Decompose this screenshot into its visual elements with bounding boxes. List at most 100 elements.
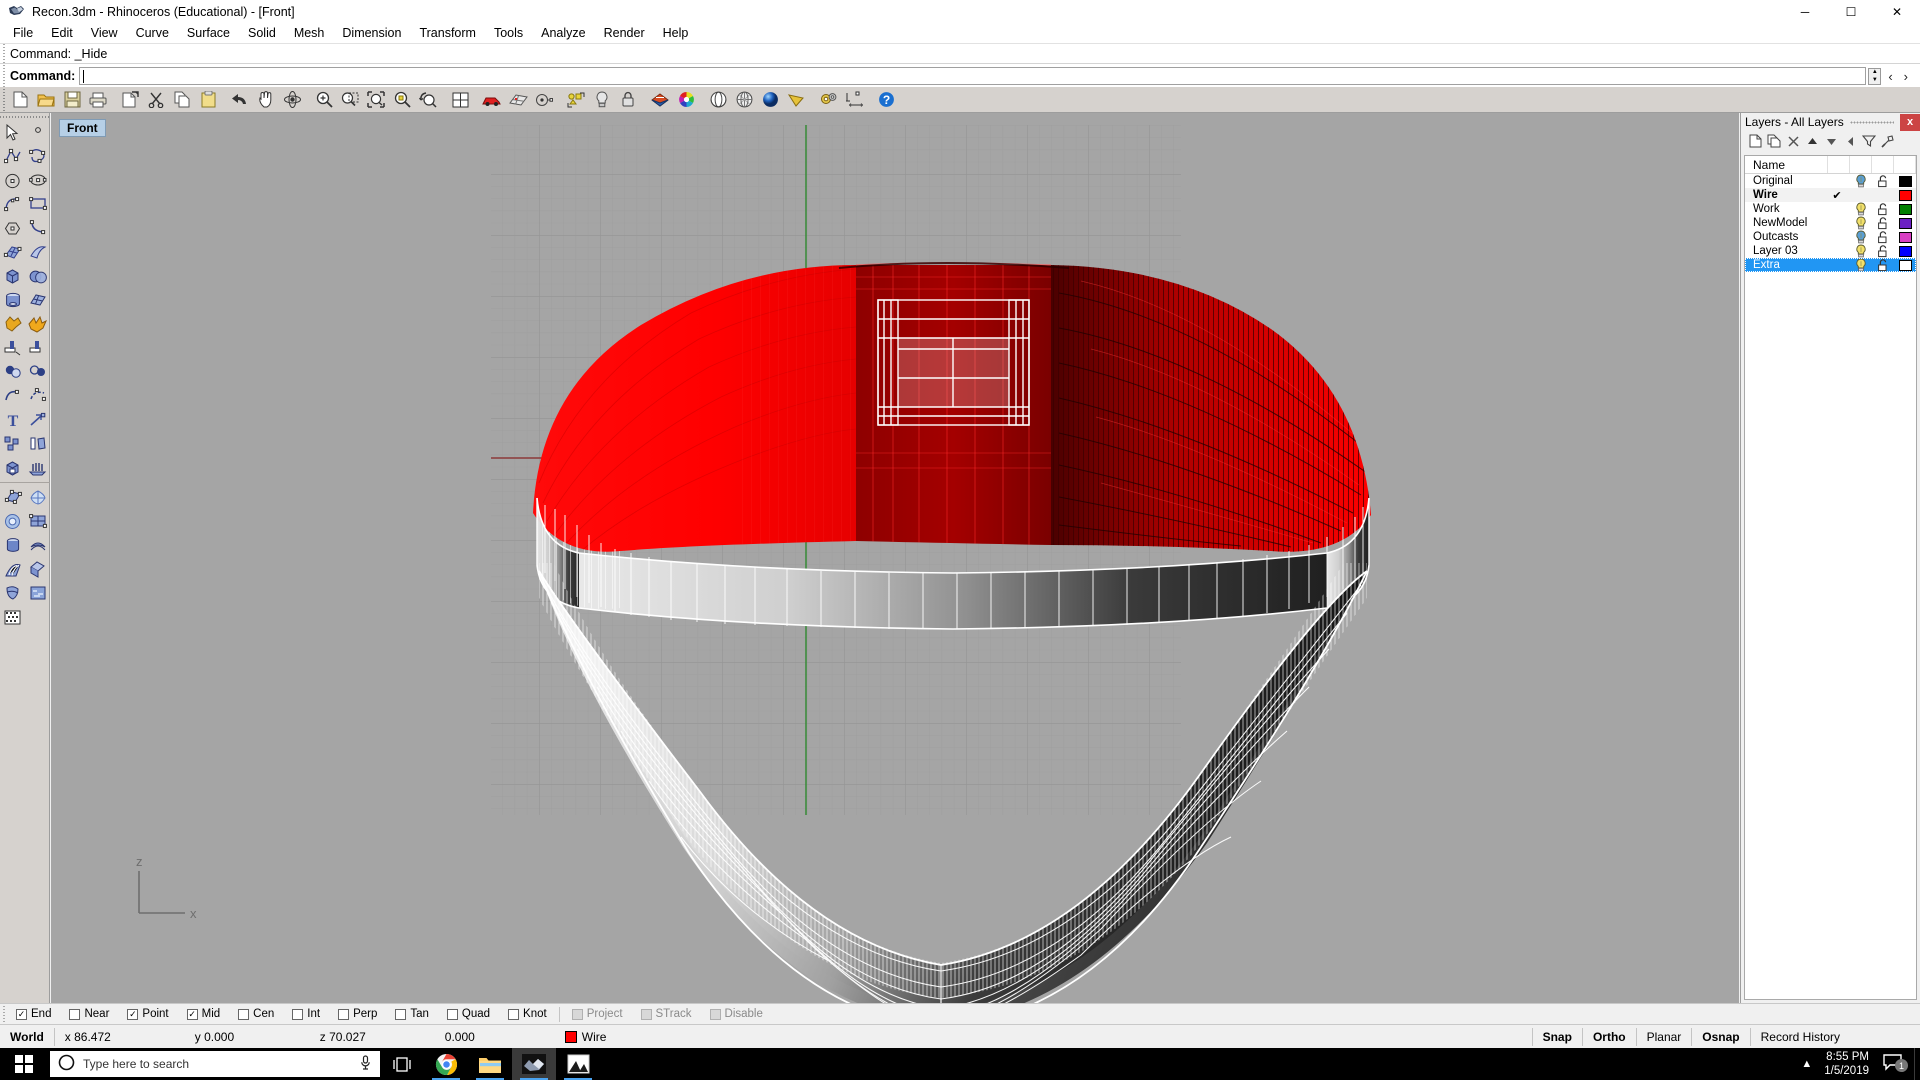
menu-item-file[interactable]: File — [4, 24, 42, 42]
select-arrow-icon[interactable] — [0, 120, 25, 144]
curve-interpolate-icon[interactable] — [25, 144, 50, 168]
control-points-icon[interactable] — [0, 485, 25, 509]
layer-name[interactable]: Layer 03 — [1745, 245, 1824, 257]
osnap-tan[interactable]: Tan — [386, 1008, 438, 1020]
menu-item-surface[interactable]: Surface — [178, 24, 239, 42]
mesh-from-surface-icon[interactable] — [0, 605, 25, 629]
rectangle-icon[interactable] — [25, 192, 50, 216]
layers-panel-close-icon[interactable]: x — [1900, 113, 1920, 131]
osnap-checkbox[interactable] — [338, 1008, 350, 1020]
osnap-checkbox[interactable] — [446, 1008, 458, 1020]
zoom-in-icon[interactable] — [311, 88, 337, 112]
osnap-checkbox[interactable] — [709, 1008, 721, 1020]
color-wheel-icon[interactable] — [673, 88, 699, 112]
menu-item-edit[interactable]: Edit — [42, 24, 82, 42]
menu-item-help[interactable]: Help — [654, 24, 698, 42]
layer-color-icon[interactable] — [647, 88, 673, 112]
chevron-up-icon[interactable]: ▲ — [1789, 1058, 1824, 1070]
search-input[interactable]: Type here to search — [50, 1051, 380, 1077]
duplicate-layer-icon[interactable] — [1765, 132, 1783, 150]
shade-sphere-icon[interactable] — [705, 88, 731, 112]
command-history-grip[interactable] — [0, 44, 8, 63]
menu-item-view[interactable]: View — [82, 24, 127, 42]
windows-start-icon[interactable] — [0, 1048, 48, 1080]
layer-visibility-bulb-icon[interactable] — [1850, 202, 1872, 216]
layer-color-swatch[interactable] — [1894, 259, 1916, 271]
osnap-checkbox[interactable] — [69, 1008, 81, 1020]
new-file-icon[interactable] — [7, 88, 33, 112]
layer-color-swatch[interactable] — [1894, 189, 1916, 201]
polyline-icon[interactable] — [0, 144, 25, 168]
osnap-project[interactable]: Project — [563, 1008, 632, 1020]
arc-icon[interactable] — [0, 192, 25, 216]
column-header-visibility[interactable] — [1850, 156, 1872, 173]
osnap-perp[interactable]: Perp — [329, 1008, 386, 1020]
point-object-icon[interactable] — [531, 88, 557, 112]
blend-surface-icon[interactable] — [0, 509, 25, 533]
polygon-icon[interactable] — [0, 216, 25, 240]
scissors-cut-icon[interactable] — [143, 88, 169, 112]
layer-row-wire[interactable]: Wire ✔ — [1745, 188, 1916, 202]
sidebar-grip[interactable] — [0, 113, 50, 120]
layer-visibility-bulb-icon[interactable] — [1850, 244, 1872, 258]
layer-name[interactable]: Outcasts — [1745, 231, 1824, 243]
patch-icon[interactable] — [25, 557, 50, 581]
layer-name[interactable]: NewModel — [1745, 217, 1824, 229]
zoom-extents-icon[interactable] — [363, 88, 389, 112]
main-toolbar-grip[interactable] — [0, 87, 7, 112]
layer-color-swatch[interactable] — [1894, 231, 1916, 243]
osnap-checkbox[interactable] — [571, 1008, 583, 1020]
layer-name[interactable]: Wire — [1745, 189, 1824, 201]
rotate-view-icon[interactable] — [279, 88, 305, 112]
layer-visibility-bulb-icon[interactable] — [1850, 230, 1872, 244]
osnap-mid[interactable]: ✓ Mid — [178, 1008, 230, 1020]
status-toggle-record-history[interactable]: Record History — [1751, 1025, 1850, 1049]
layer-tools-icon[interactable] — [1879, 132, 1897, 150]
osnap-int[interactable]: Int — [283, 1008, 329, 1020]
osnap-checkbox[interactable]: ✓ — [16, 1008, 27, 1020]
close-button[interactable]: ✕ — [1874, 0, 1920, 23]
cut-copy-paste-group-icon[interactable] — [117, 88, 143, 112]
move-layer-down-icon[interactable] — [1822, 132, 1840, 150]
menu-item-analyze[interactable]: Analyze — [532, 24, 594, 42]
curve-from-object-icon[interactable] — [25, 384, 50, 408]
select-objects-icon[interactable] — [563, 88, 589, 112]
viewport-canvas[interactable]: z x — [51, 113, 1739, 1003]
clock[interactable]: 8:55 PM 1/5/2019 — [1824, 1050, 1879, 1078]
menu-item-render[interactable]: Render — [595, 24, 654, 42]
taskbar-app-rhinoceros[interactable] — [512, 1048, 556, 1080]
surface-loft-icon[interactable] — [25, 240, 50, 264]
status-toggle-snap[interactable]: Snap — [1533, 1025, 1582, 1049]
cplane-label[interactable]: World — [0, 1025, 54, 1049]
taskbar-app-chrome[interactable] — [424, 1048, 468, 1080]
layer-visibility-bulb-icon[interactable] — [1850, 216, 1872, 230]
layer-row-layer-03[interactable]: Layer 03 — [1745, 244, 1916, 258]
drape-icon[interactable] — [0, 581, 25, 605]
command-input[interactable] — [79, 67, 1867, 85]
cylinder-icon[interactable] — [0, 288, 25, 312]
filter-layers-icon[interactable] — [1860, 132, 1878, 150]
menu-item-transform[interactable]: Transform — [410, 24, 485, 42]
osnap-grip[interactable] — [0, 1004, 7, 1024]
mesh-grid-icon[interactable] — [505, 88, 531, 112]
offset-icon[interactable] — [25, 360, 50, 384]
open-file-icon[interactable] — [33, 88, 59, 112]
undo-arrow-icon[interactable] — [227, 88, 253, 112]
menu-item-dimension[interactable]: Dimension — [333, 24, 410, 42]
osnap-cen[interactable]: Cen — [229, 1008, 283, 1020]
pan-hand-icon[interactable] — [253, 88, 279, 112]
layer-lock-icon[interactable] — [1872, 230, 1894, 244]
box-solid-icon[interactable] — [0, 264, 25, 288]
status-toggle-planar[interactable]: Planar — [1637, 1025, 1692, 1049]
notification-speech-icon[interactable]: 1 — [1879, 1054, 1914, 1074]
spinner-down-icon[interactable]: ▼ — [1869, 76, 1880, 84]
osnap-checkbox[interactable] — [395, 1008, 407, 1020]
current-layer-indicator[interactable]: Wire — [555, 1025, 617, 1049]
layer-row-work[interactable]: Work — [1745, 202, 1916, 216]
fillet-corner-icon[interactable] — [0, 360, 25, 384]
split-icon[interactable] — [25, 336, 50, 360]
command-spinner[interactable]: ▲ ▼ — [1868, 67, 1882, 85]
osnap-checkbox[interactable] — [238, 1008, 250, 1020]
surface-from-curves-icon[interactable] — [0, 240, 25, 264]
cap-planar-holes-icon[interactable] — [0, 456, 25, 480]
